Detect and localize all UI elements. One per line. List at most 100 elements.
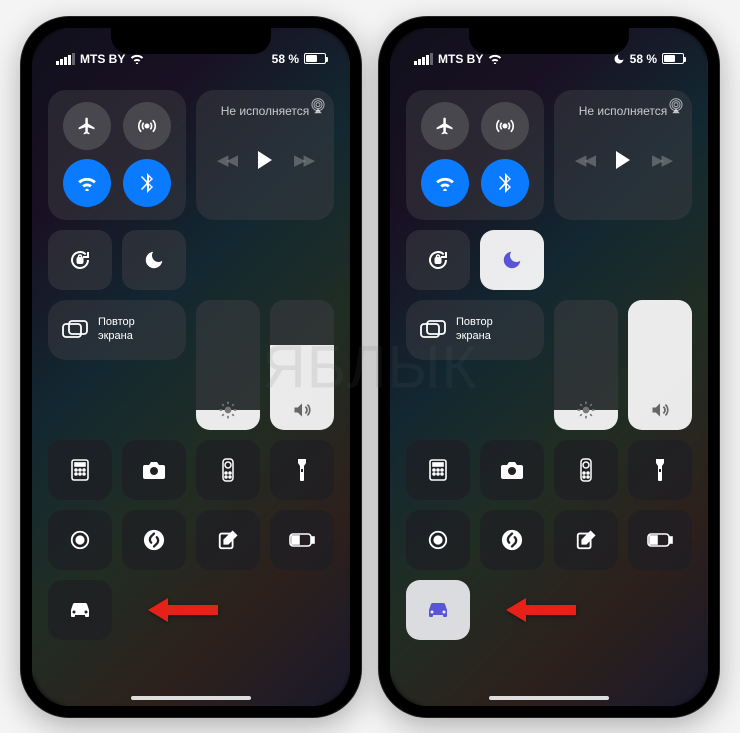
control-center-screen: MTS BY 58 %: [390, 28, 708, 706]
bluetooth-icon: [499, 173, 511, 193]
carrier-label: MTS BY: [438, 52, 483, 66]
orientation-lock-icon: [426, 248, 450, 272]
media-panel[interactable]: Не исполняется ◀◀ ▶▶: [196, 90, 334, 220]
dnd-moon-status-icon: [613, 53, 625, 65]
airplane-icon: [435, 116, 455, 136]
do-not-disturb-toggle[interactable]: [122, 230, 186, 290]
screen-mirroring-icon: [420, 320, 446, 340]
moon-icon: [143, 249, 165, 271]
camera-button[interactable]: [480, 440, 544, 500]
toggles-panel: [48, 230, 186, 290]
volume-slider[interactable]: [628, 300, 692, 430]
toggles-panel: [406, 230, 544, 290]
notes-button[interactable]: [554, 510, 618, 570]
play-button[interactable]: [616, 151, 630, 169]
prev-track-button[interactable]: ◀◀: [217, 151, 236, 169]
phone-left: MTS BY 58 %: [21, 17, 361, 717]
car-icon: [67, 601, 93, 619]
airplay-audio-icon: [310, 98, 326, 114]
screen-mirroring-button[interactable]: Повтор экрана: [406, 300, 544, 360]
sliders-panel: [196, 300, 334, 430]
media-panel[interactable]: Не исполняется ◀◀ ▶▶: [554, 90, 692, 220]
car-icon: [425, 601, 451, 619]
compose-icon: [575, 529, 597, 551]
screen-record-button[interactable]: [48, 510, 112, 570]
calculator-icon: [71, 459, 89, 481]
wifi-icon: [77, 175, 97, 191]
cellular-data-toggle[interactable]: [123, 102, 171, 150]
screen-mirroring-label-1: Повтор: [98, 316, 135, 329]
remote-icon: [580, 458, 592, 482]
battery-percent: 58 %: [272, 52, 299, 66]
volume-slider[interactable]: [270, 300, 334, 430]
bluetooth-icon: [141, 173, 153, 193]
battery-icon: [289, 533, 315, 547]
camera-button[interactable]: [122, 440, 186, 500]
apple-tv-remote-button[interactable]: [196, 440, 260, 500]
sliders-panel: [554, 300, 692, 430]
connectivity-panel[interactable]: [48, 90, 186, 220]
orientation-lock-toggle[interactable]: [48, 230, 112, 290]
screen-mirroring-label-2: экрана: [98, 330, 135, 343]
cellular-signal-icon: [56, 53, 75, 65]
low-power-mode-button[interactable]: [628, 510, 692, 570]
carrier-label: MTS BY: [80, 52, 125, 66]
screen-mirroring-button[interactable]: Повтор экрана: [48, 300, 186, 360]
screen-record-button[interactable]: [406, 510, 470, 570]
shazam-button[interactable]: [122, 510, 186, 570]
shazam-button[interactable]: [480, 510, 544, 570]
home-indicator[interactable]: [489, 696, 609, 700]
wifi-icon: [488, 53, 502, 64]
brightness-slider[interactable]: [554, 300, 618, 430]
bluetooth-toggle[interactable]: [123, 159, 171, 207]
empty-space: [554, 230, 692, 290]
control-center-screen: MTS BY 58 %: [32, 28, 350, 706]
calculator-button[interactable]: [48, 440, 112, 500]
brightness-icon: [218, 400, 238, 420]
wifi-icon: [130, 53, 144, 64]
wifi-toggle[interactable]: [421, 159, 469, 207]
prev-track-button[interactable]: ◀◀: [575, 151, 594, 169]
now-playing-label: Не исполняется: [579, 104, 668, 118]
battery-icon: [647, 533, 673, 547]
bluetooth-toggle[interactable]: [481, 159, 529, 207]
airplane-mode-toggle[interactable]: [63, 102, 111, 150]
cellular-data-toggle[interactable]: [481, 102, 529, 150]
driving-mode-button[interactable]: [48, 580, 112, 640]
do-not-disturb-toggle[interactable]: [480, 230, 544, 290]
wifi-toggle[interactable]: [63, 159, 111, 207]
phone-right: MTS BY 58 %: [379, 17, 719, 717]
annotation-arrow: [506, 596, 576, 624]
antenna-icon: [137, 116, 157, 136]
screen-mirroring-label-1: Повтор: [456, 316, 493, 329]
driving-mode-button[interactable]: [406, 580, 470, 640]
volume-icon: [291, 400, 313, 420]
antenna-icon: [495, 116, 515, 136]
notes-button[interactable]: [196, 510, 260, 570]
remote-icon: [222, 458, 234, 482]
play-button[interactable]: [258, 151, 272, 169]
apple-tv-remote-button[interactable]: [554, 440, 618, 500]
shazam-icon: [501, 529, 523, 551]
flashlight-icon: [654, 458, 666, 482]
airplane-mode-toggle[interactable]: [421, 102, 469, 150]
orientation-lock-toggle[interactable]: [406, 230, 470, 290]
low-power-mode-button[interactable]: [270, 510, 334, 570]
empty-space: [196, 230, 334, 290]
shazam-icon: [143, 529, 165, 551]
cellular-signal-icon: [414, 53, 433, 65]
flashlight-button[interactable]: [270, 440, 334, 500]
connectivity-panel[interactable]: [406, 90, 544, 220]
battery-icon: [304, 53, 326, 64]
next-track-button[interactable]: ▶▶: [294, 151, 313, 169]
record-icon: [427, 529, 449, 551]
wifi-icon: [435, 175, 455, 191]
next-track-button[interactable]: ▶▶: [652, 151, 671, 169]
now-playing-label: Не исполняется: [221, 104, 310, 118]
flashlight-button[interactable]: [628, 440, 692, 500]
airplane-icon: [77, 116, 97, 136]
home-indicator[interactable]: [131, 696, 251, 700]
brightness-slider[interactable]: [196, 300, 260, 430]
calculator-icon: [429, 459, 447, 481]
calculator-button[interactable]: [406, 440, 470, 500]
